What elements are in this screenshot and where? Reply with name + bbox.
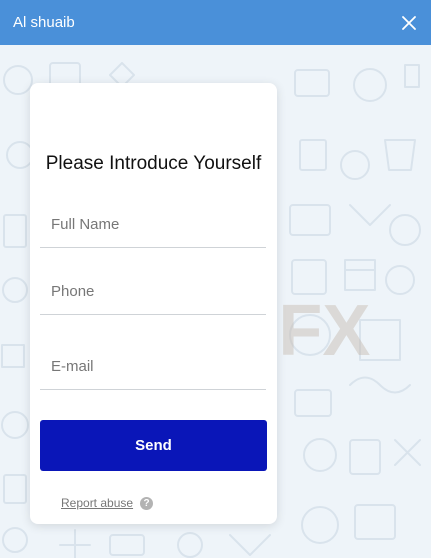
full-name-input[interactable] <box>40 202 266 248</box>
intro-form-card: Please Introduce Yourself Send Report ab… <box>30 83 277 524</box>
report-abuse-link[interactable]: Report abuse <box>61 496 133 510</box>
chat-widget: Al shuaib WikiFX Please Introduce Yourse… <box>0 0 431 558</box>
close-icon[interactable] <box>399 13 419 33</box>
report-abuse-row: Report abuse ? <box>61 496 154 510</box>
question-circle-icon[interactable]: ? <box>140 496 154 510</box>
send-button[interactable]: Send <box>40 420 267 471</box>
chat-header: Al shuaib <box>0 0 431 45</box>
phone-input[interactable] <box>40 269 266 315</box>
agent-name: Al shuaib <box>13 14 75 31</box>
form-title: Please Introduce Yourself <box>45 153 262 174</box>
email-input[interactable] <box>40 344 266 390</box>
